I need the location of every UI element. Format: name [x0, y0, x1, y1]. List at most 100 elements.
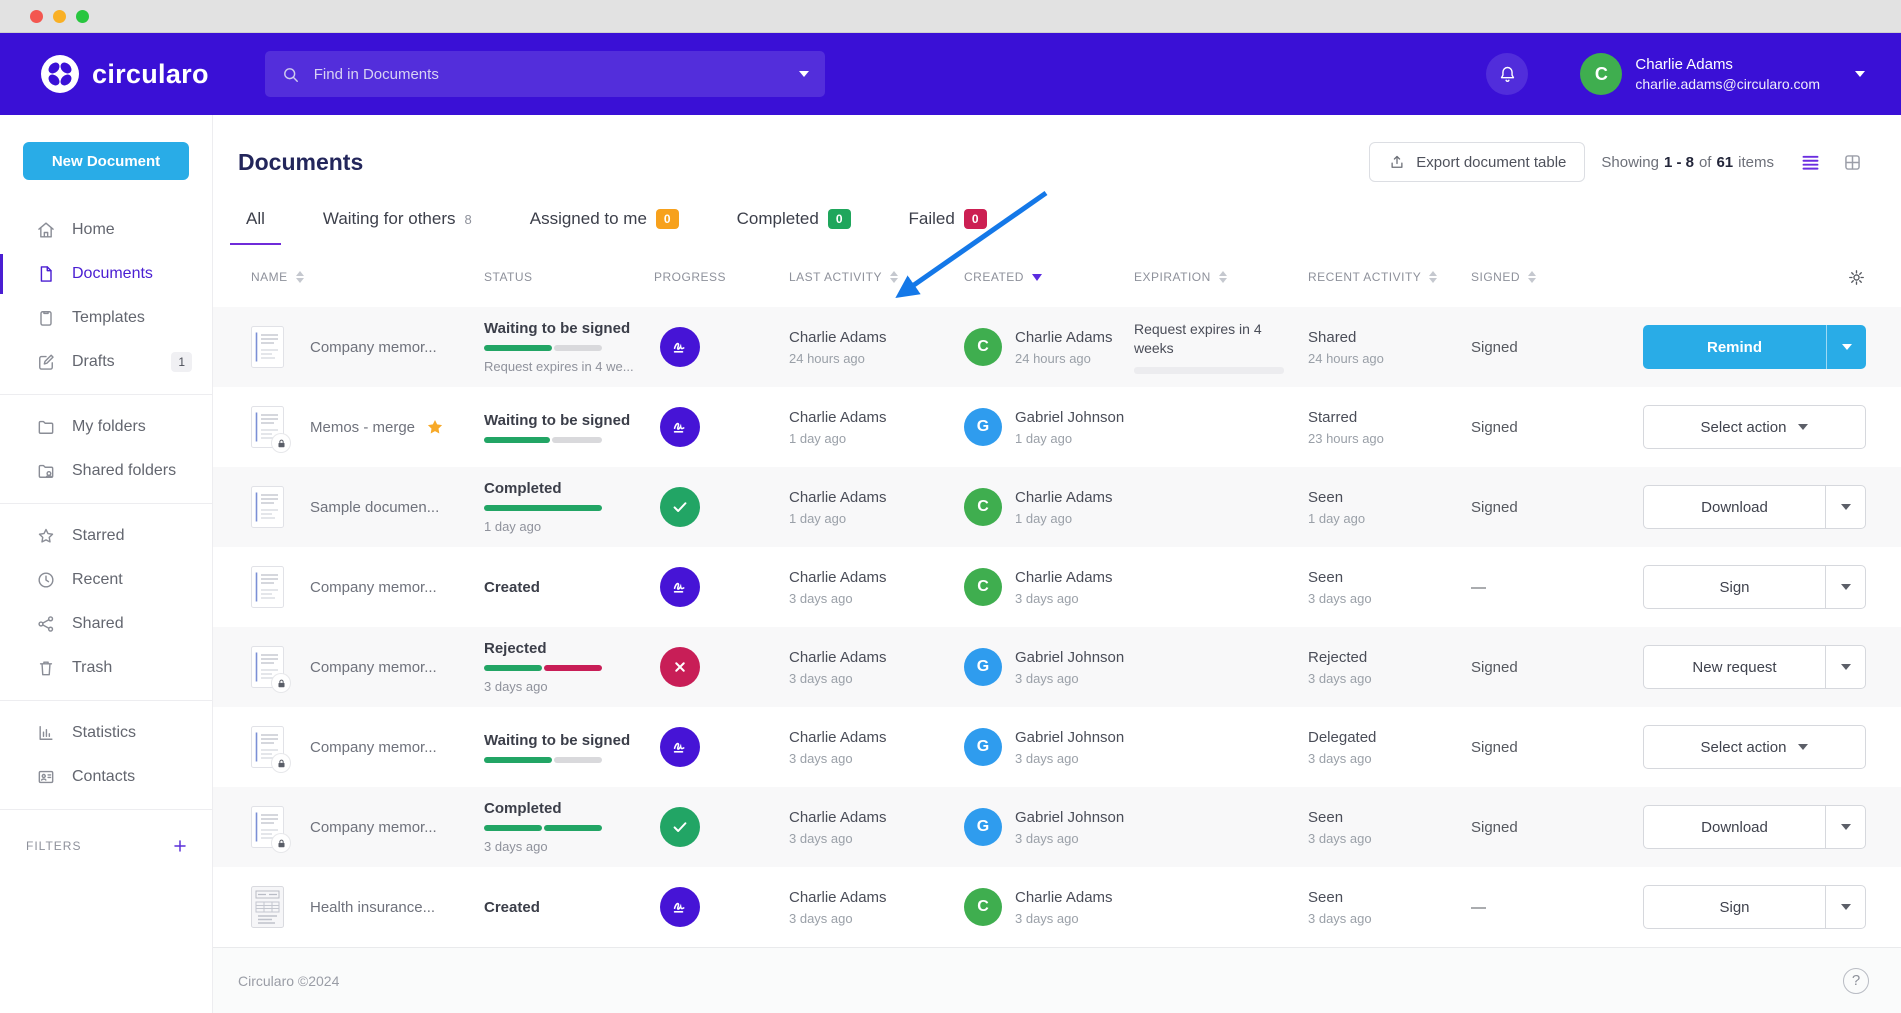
- table-settings-gear-icon[interactable]: [1847, 268, 1866, 287]
- progress-signature-badge[interactable]: [660, 727, 700, 767]
- signed-status: Signed: [1471, 819, 1601, 836]
- table-row[interactable]: Sample documen... Completed 1 day ago Ch…: [213, 467, 1901, 547]
- action-label[interactable]: New request: [1644, 646, 1825, 688]
- select-action-button[interactable]: Select action: [1643, 725, 1866, 769]
- sidebar-item-templates[interactable]: Templates: [0, 296, 212, 340]
- sidebar-item-contacts[interactable]: Contacts: [0, 755, 212, 799]
- window-zoom-button[interactable]: [76, 10, 89, 23]
- table-row[interactable]: Company memor... Rejected 3 days ago Cha…: [213, 627, 1901, 707]
- progress-signature-badge[interactable]: [660, 407, 700, 447]
- sort-icon[interactable]: [1429, 271, 1437, 283]
- document-name[interactable]: Company memor...: [310, 739, 437, 756]
- table-row[interactable]: Company memor... Waiting to be signed Re…: [213, 307, 1901, 387]
- sort-icon[interactable]: [296, 271, 304, 283]
- search-bar[interactable]: [265, 51, 825, 97]
- tab-assigned-to-me[interactable]: Assigned to me0: [514, 203, 695, 245]
- new-request-button[interactable]: New request: [1643, 645, 1866, 689]
- help-icon[interactable]: ?: [1843, 968, 1869, 994]
- notifications-button[interactable]: [1486, 53, 1528, 95]
- sidebar-item-trash[interactable]: Trash: [0, 646, 212, 690]
- sort-icon[interactable]: [890, 271, 898, 283]
- column-header-recent-activity[interactable]: RECENT ACTIVITY: [1308, 270, 1471, 284]
- sidebar-item-shared[interactable]: Shared: [0, 602, 212, 646]
- action-dropdown-toggle[interactable]: [1825, 646, 1865, 688]
- sign-button[interactable]: Sign: [1643, 565, 1866, 609]
- window-minimize-button[interactable]: [53, 10, 66, 23]
- last-activity-user: Charlie Adams: [789, 649, 964, 666]
- action-dropdown-toggle[interactable]: [1825, 486, 1865, 528]
- action-dropdown-toggle[interactable]: [1825, 886, 1865, 928]
- column-header-progress[interactable]: PROGRESS: [654, 270, 789, 284]
- tab-failed[interactable]: Failed0: [893, 203, 1003, 245]
- tab-label: Waiting for others: [323, 209, 456, 229]
- download-button[interactable]: Download: [1643, 805, 1866, 849]
- document-name[interactable]: Company memor...: [310, 659, 437, 676]
- document-name[interactable]: Health insurance...: [310, 899, 435, 916]
- last-activity-user: Charlie Adams: [789, 729, 964, 746]
- sidebar-item-my-folders[interactable]: My folders: [0, 405, 212, 449]
- table-row[interactable]: Company memor... Completed 3 days ago Ch…: [213, 787, 1901, 867]
- sidebar-item-home[interactable]: Home: [0, 208, 212, 252]
- column-header-name[interactable]: NAME: [251, 270, 484, 284]
- remind-button[interactable]: Remind: [1643, 325, 1866, 369]
- tab-waiting-for-others[interactable]: Waiting for others8: [307, 203, 488, 245]
- document-name[interactable]: Company memor...: [310, 819, 437, 836]
- created-time: 1 day ago: [1015, 511, 1113, 526]
- table-row[interactable]: Health insurance... Created Charlie Adam…: [213, 867, 1901, 947]
- sidebar-item-statistics[interactable]: Statistics: [0, 711, 212, 755]
- export-document-table-button[interactable]: Export document table: [1369, 142, 1585, 182]
- creator-name: Charlie Adams: [1015, 489, 1113, 506]
- tab-all[interactable]: All: [230, 203, 281, 245]
- progress-signature-badge[interactable]: [660, 567, 700, 607]
- table-row[interactable]: Company memor... Waiting to be signed Ch…: [213, 707, 1901, 787]
- sign-button[interactable]: Sign: [1643, 885, 1866, 929]
- action-dropdown-toggle[interactable]: [1825, 566, 1865, 608]
- list-view-icon[interactable]: [1800, 152, 1821, 173]
- progress-check-badge[interactable]: [660, 487, 700, 527]
- action-dropdown-toggle[interactable]: [1826, 325, 1866, 369]
- select-action-button[interactable]: Select action: [1643, 405, 1866, 449]
- column-header-last-activity[interactable]: LAST ACTIVITY: [789, 270, 964, 284]
- progress-check-badge[interactable]: [660, 807, 700, 847]
- column-header-created[interactable]: CREATED: [964, 270, 1134, 284]
- column-header-status[interactable]: STATUS: [484, 270, 654, 284]
- document-name[interactable]: Sample documen...: [310, 499, 439, 516]
- document-name[interactable]: Company memor...: [310, 579, 437, 596]
- sidebar-item-documents[interactable]: Documents: [0, 252, 212, 296]
- sidebar-item-drafts[interactable]: Drafts1: [0, 340, 212, 384]
- sidebar-item-recent[interactable]: Recent: [0, 558, 212, 602]
- action-label[interactable]: Download: [1644, 806, 1825, 848]
- star-icon[interactable]: [425, 417, 445, 437]
- sidebar-item-starred[interactable]: Starred: [0, 514, 212, 558]
- document-name[interactable]: Memos - merge: [310, 419, 415, 436]
- add-filter-plus-icon[interactable]: [172, 838, 188, 854]
- sort-icon[interactable]: [1219, 271, 1227, 283]
- table-row[interactable]: Memos - merge Waiting to be signed Charl…: [213, 387, 1901, 467]
- sidebar-item-shared-folders[interactable]: Shared folders: [0, 449, 212, 493]
- document-name[interactable]: Company memor...: [310, 339, 437, 356]
- progress-rejected-badge[interactable]: [660, 647, 700, 687]
- action-label[interactable]: Sign: [1644, 566, 1825, 608]
- sort-desc-icon[interactable]: [1032, 274, 1042, 281]
- progress-signature-badge[interactable]: [660, 327, 700, 367]
- new-document-button[interactable]: New Document: [23, 142, 189, 180]
- user-menu[interactable]: C Charlie Adams charlie.adams@circularo.…: [1580, 53, 1865, 95]
- brand-logo[interactable]: circularo: [40, 54, 209, 94]
- column-header-signed[interactable]: SIGNED: [1471, 270, 1601, 284]
- progress-signature-badge[interactable]: [660, 887, 700, 927]
- sort-icon[interactable]: [1528, 271, 1536, 283]
- download-button[interactable]: Download: [1643, 485, 1866, 529]
- action-label[interactable]: Download: [1644, 486, 1825, 528]
- search-input[interactable]: [314, 66, 799, 83]
- action-dropdown-toggle[interactable]: [1825, 806, 1865, 848]
- window-close-button[interactable]: [30, 10, 43, 23]
- chevron-down-icon: [1841, 824, 1851, 830]
- grid-view-icon[interactable]: [1842, 152, 1863, 173]
- column-label: RECENT ACTIVITY: [1308, 270, 1421, 284]
- search-scope-chevron-down-icon[interactable]: [799, 71, 809, 77]
- action-label[interactable]: Sign: [1644, 886, 1825, 928]
- action-label[interactable]: Remind: [1643, 325, 1826, 369]
- column-header-expiration[interactable]: EXPIRATION: [1134, 270, 1308, 284]
- table-row[interactable]: Company memor... Created Charlie Adams 3…: [213, 547, 1901, 627]
- tab-completed[interactable]: Completed0: [721, 203, 867, 245]
